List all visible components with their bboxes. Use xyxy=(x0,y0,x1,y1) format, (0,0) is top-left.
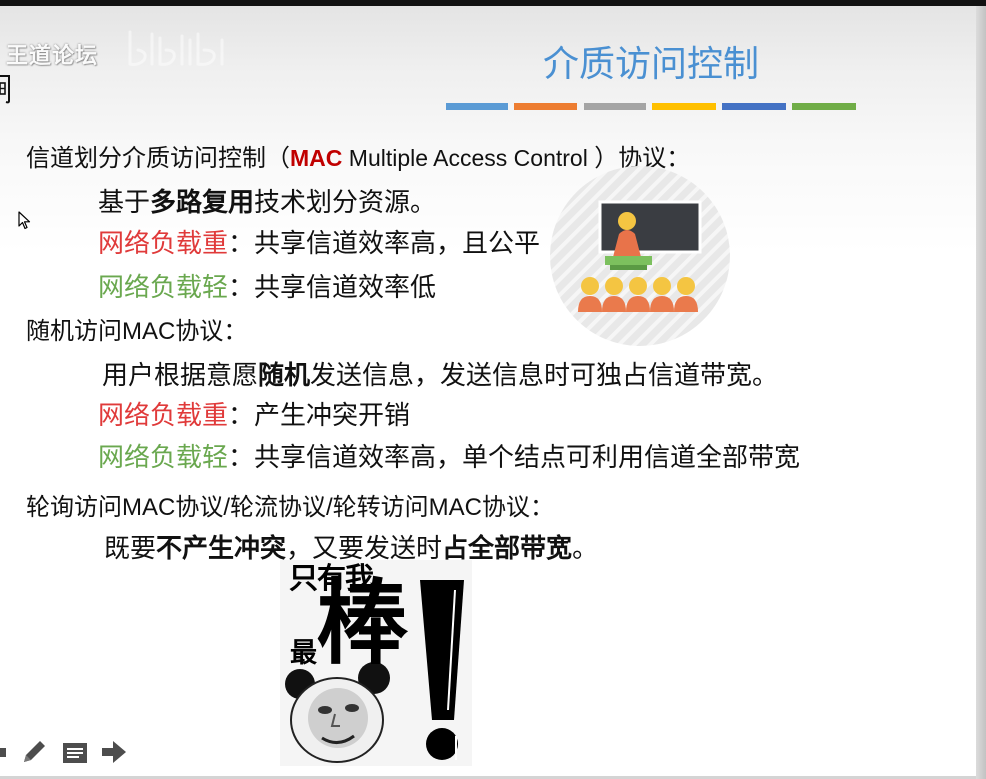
random-access-heavy-load: 网络负载重：产生冲突开销 xyxy=(98,400,410,432)
desc-emphasis-1: 不产生冲突 xyxy=(156,533,287,563)
desc-suffix: 发送信息，发送信息时可独占信道带宽。 xyxy=(310,361,779,391)
meme-text-small: 最 xyxy=(290,638,317,668)
basis-suffix: 技术划分资源。 xyxy=(254,188,437,218)
light-load-text: ：共享信道效率低 xyxy=(228,273,437,303)
polling-heading: 轮询访问MAC协议/轮流协议/轮转访问MAC协议： xyxy=(26,494,554,521)
light-load-text: ：共享信道效率高，单个结点可利用信道全部带宽 xyxy=(228,443,801,473)
channel-partition-heavy-load: 网络负载重：共享信道效率高，且公平 xyxy=(98,228,540,260)
desc-emphasis-2: 占全部带宽 xyxy=(442,533,573,563)
random-access-description: 用户根据意愿随机发送信息，发送信息时可独占信道带宽。 xyxy=(102,359,778,391)
heading-prefix: 信道划分介质访问控制（ xyxy=(26,145,290,172)
mouse-pointer-icon xyxy=(18,211,31,230)
next-arrow-icon[interactable] xyxy=(100,738,128,766)
heavy-load-text: ：共享信道效率高，且公平 xyxy=(228,229,541,259)
slide-title: 介质访问控制 xyxy=(542,43,759,84)
desc-prefix: 既要 xyxy=(104,534,157,564)
accent-bar xyxy=(652,103,716,110)
channel-partition-basis: 基于多路复用技术划分资源。 xyxy=(98,186,436,218)
pen-icon[interactable] xyxy=(20,738,48,766)
desc-suffix: 。 xyxy=(572,534,599,564)
channel-partition-light-load: 网络负载轻：共享信道效率低 xyxy=(98,272,436,304)
desc-emphasis: 随机 xyxy=(258,360,311,390)
accent-bar xyxy=(446,103,508,110)
slide-menu-icon[interactable] xyxy=(0,738,8,764)
clipped-glyph-fragment xyxy=(0,75,10,104)
basis-emphasis: 多路复用 xyxy=(150,187,255,217)
heavy-load-text: ：产生冲突开销 xyxy=(228,401,411,431)
heavy-load-label: 网络负载重 xyxy=(98,401,229,431)
right-edge-strip xyxy=(976,6,986,779)
panda-meme-image: 只有我 棒 最 xyxy=(280,560,472,766)
basis-prefix: 基于 xyxy=(98,188,151,218)
meme-text-big: 棒 xyxy=(316,573,409,675)
accent-bar xyxy=(514,103,577,110)
bilibili-logo-icon xyxy=(128,30,224,66)
accent-bar xyxy=(722,103,786,110)
notes-icon[interactable] xyxy=(62,738,88,766)
desc-prefix: 用户根据意愿 xyxy=(102,361,259,391)
mac-acronym: MAC xyxy=(290,145,343,171)
random-access-light-load: 网络负载轻：共享信道效率高，单个结点可利用信道全部带宽 xyxy=(98,442,800,474)
light-load-label: 网络负载轻 xyxy=(98,443,229,473)
accent-bar xyxy=(792,103,856,110)
heavy-load-label: 网络负载重 xyxy=(98,229,229,259)
accent-bar xyxy=(584,103,646,110)
light-load-label: 网络负载轻 xyxy=(98,273,229,303)
teacher-classroom-icon xyxy=(550,166,730,346)
random-access-heading: 随机访问MAC协议： xyxy=(26,318,248,345)
forum-watermark: 王道论坛 xyxy=(6,43,99,68)
